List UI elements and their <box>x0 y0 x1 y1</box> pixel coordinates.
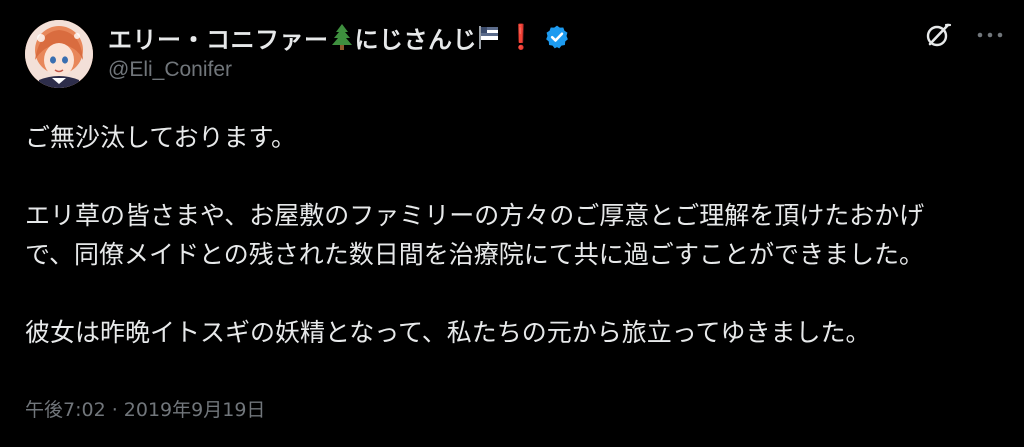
avatar-illustration-icon <box>25 20 93 88</box>
exclamation-emoji: ❗ <box>506 23 536 51</box>
tweet-text: ご無沙汰しております。 エリ草の皆さまや、お屋敷のファミリーの方々のご厚意とご理… <box>25 118 1000 352</box>
author-handle[interactable]: @Eli_Conifer <box>108 58 570 82</box>
more-options-button[interactable] <box>975 20 1005 50</box>
author-avatar[interactable] <box>25 20 93 88</box>
author-display-name-suffix[interactable]: にじさんじ <box>355 20 478 55</box>
tweet-card: エリー・コニファー にじさんじ ❗ @Eli_Conifer ご無沙汰しておりま… <box>0 0 1024 447</box>
evergreen-tree-icon <box>330 23 354 51</box>
author-display-name[interactable]: エリー・コニファー <box>108 20 329 55</box>
author-info: エリー・コニファー にじさんじ ❗ @Eli_Conifer <box>108 20 570 82</box>
tweet-text-line: エリ草の皆さまや、お屋敷のファミリーの方々のご厚意とご理解を頂けたおかげ <box>25 201 925 230</box>
tweet-time[interactable]: 午後7:02 <box>25 399 106 421</box>
verified-badge-icon[interactable] <box>544 24 570 50</box>
tweet-header: エリー・コニファー にじさんじ ❗ @Eli_Conifer <box>25 18 1005 90</box>
tweet-actions <box>923 20 1005 50</box>
meta-separator: · <box>105 399 124 421</box>
flag-icon <box>478 23 500 51</box>
grok-icon <box>926 23 952 47</box>
tweet-text-line: 彼女は昨晩イトスギの妖精となって、私たちの元から旅立ってゆきました。 <box>25 318 871 347</box>
grok-button[interactable] <box>923 20 953 50</box>
tweet-text-line: ご無沙汰しております。 <box>25 123 297 152</box>
tweet-date[interactable]: 2019年9月19日 <box>124 399 266 421</box>
author-name-row[interactable]: エリー・コニファー にじさんじ ❗ <box>108 20 570 54</box>
tweet-text-line: で、同僚メイドとの残された数日間を治療院にて共に過ごすことができました。 <box>25 240 925 269</box>
more-icon <box>977 32 1003 38</box>
tweet-timestamp[interactable]: 午後7:02 · 2019年9月19日 <box>25 395 265 422</box>
